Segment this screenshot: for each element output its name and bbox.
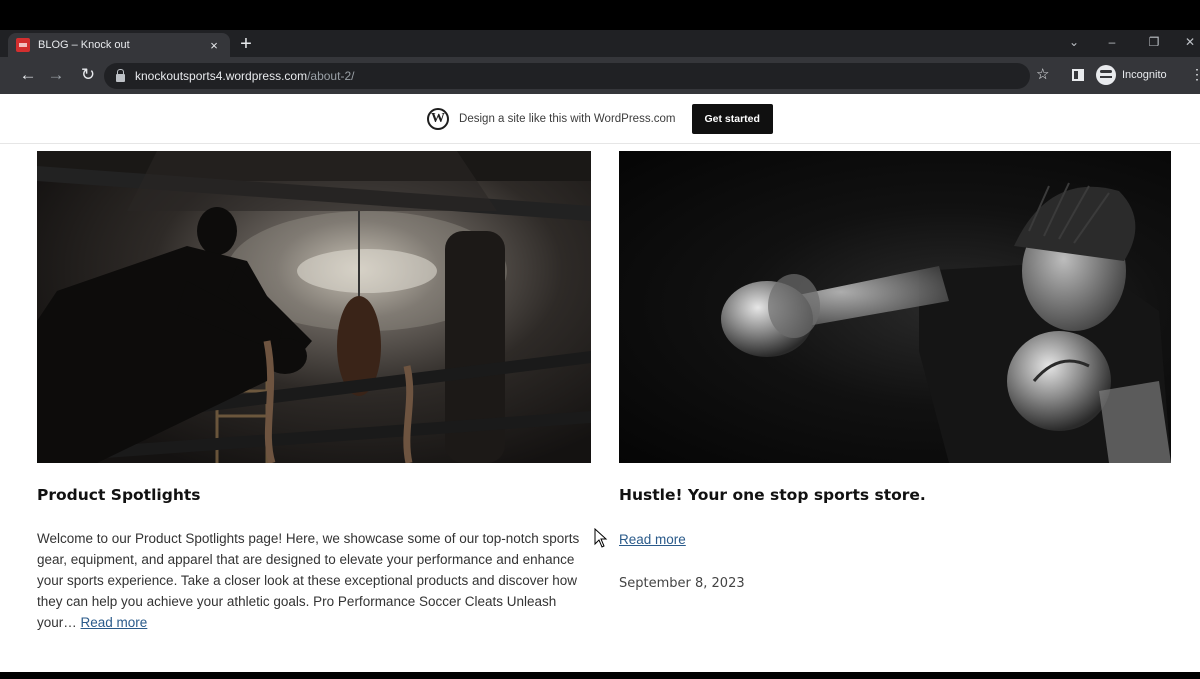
- browser-menu-icon[interactable]: ⋮: [1190, 66, 1200, 83]
- url-path: /about-2/: [307, 69, 355, 83]
- tab-search-icon[interactable]: ⌄: [1066, 35, 1082, 49]
- read-more-link-hustle[interactable]: Read more: [619, 532, 686, 547]
- tab-close-icon[interactable]: ×: [206, 38, 222, 53]
- wordpress-banner-text[interactable]: Design a site like this with WordPress.c…: [459, 113, 675, 125]
- bookmark-star-icon[interactable]: ☆: [1036, 67, 1049, 82]
- video-letterbox-bottom: [0, 672, 1200, 679]
- new-tab-icon[interactable]: +: [236, 34, 256, 54]
- post-excerpt: Welcome to our Product Spotlights page! …: [37, 528, 597, 633]
- wordpress-banner: W Design a site like this with WordPress…: [0, 94, 1200, 144]
- close-window-icon[interactable]: ✕: [1182, 35, 1198, 49]
- tab-title: BLOG – Knock out: [38, 39, 130, 51]
- incognito-indicator[interactable]: Incognito: [1096, 63, 1167, 87]
- mouse-cursor-icon: [594, 528, 608, 548]
- lock-icon[interactable]: [116, 68, 125, 82]
- read-more-link-product-spotlights[interactable]: Read more: [81, 615, 148, 630]
- post-title-hustle[interactable]: Hustle! Your one stop sports store.: [619, 486, 926, 504]
- site-favicon-icon: [16, 38, 30, 52]
- video-letterbox-top: [0, 0, 1200, 30]
- get-started-button[interactable]: Get started: [691, 103, 773, 134]
- incognito-label: Incognito: [1122, 69, 1167, 81]
- minimize-icon[interactable]: –: [1104, 35, 1120, 49]
- address-bar[interactable]: knockoutsports4.wordpress.com/about-2/: [104, 63, 1030, 89]
- side-panel-icon[interactable]: [1072, 69, 1084, 81]
- forward-icon[interactable]: →: [46, 66, 66, 83]
- back-icon[interactable]: ←: [18, 66, 38, 83]
- restore-icon[interactable]: ❐: [1146, 35, 1162, 49]
- post-image-hustle[interactable]: [619, 151, 1171, 463]
- post-image-product-spotlights[interactable]: [37, 151, 591, 463]
- url-host: knockoutsports4.wordpress.com: [135, 69, 308, 83]
- browser-tabstrip: BLOG – Knock out × + ⌄ – ❐ ✕: [0, 30, 1200, 57]
- incognito-icon: [1096, 65, 1116, 85]
- reload-icon[interactable]: ↻: [78, 66, 98, 83]
- browser-toolbar: ← → ↻ knockoutsports4.wordpress.com/abou…: [0, 57, 1200, 94]
- wordpress-logo-icon[interactable]: W: [427, 107, 450, 130]
- post-title-product-spotlights[interactable]: Product Spotlights: [37, 486, 200, 504]
- post-date: September 8, 2023: [619, 576, 745, 591]
- browser-tab[interactable]: BLOG – Knock out ×: [8, 33, 230, 57]
- page-content: W Design a site like this with WordPress…: [0, 94, 1200, 672]
